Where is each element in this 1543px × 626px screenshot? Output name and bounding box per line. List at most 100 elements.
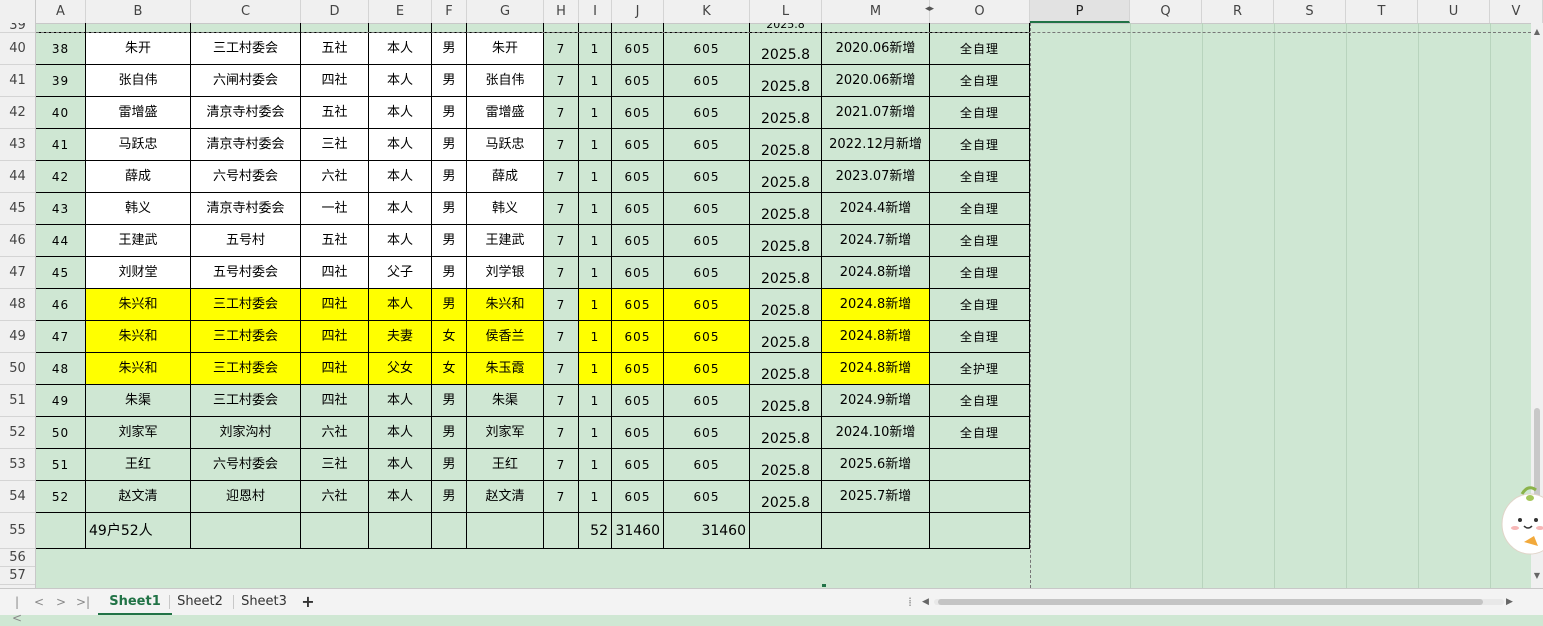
cell-f54[interactable]: 男 xyxy=(432,481,467,513)
cell-k46[interactable]: 605 xyxy=(664,225,750,257)
cell-b43[interactable]: 马跃忠 xyxy=(86,129,191,161)
column-header-q[interactable]: Q xyxy=(1130,0,1202,23)
cell-o42[interactable]: 全自理 xyxy=(930,97,1030,129)
cell-m43[interactable]: 2022.12月新增 xyxy=(822,129,930,161)
row-header-39[interactable]: 39 xyxy=(0,23,35,33)
cell-j40[interactable]: 605 xyxy=(612,33,664,65)
cell-o44[interactable]: 全自理 xyxy=(930,161,1030,193)
sheet-tab-sheet2[interactable]: Sheet2 xyxy=(170,589,230,615)
cell-i42[interactable]: 1 xyxy=(579,97,612,129)
cell-e43[interactable]: 本人 xyxy=(369,129,432,161)
cell-f51[interactable]: 男 xyxy=(432,385,467,417)
row-header-56[interactable]: 56 xyxy=(0,549,35,567)
cell-j53[interactable]: 605 xyxy=(612,449,664,481)
cell-d45[interactable]: 一社 xyxy=(301,193,369,225)
cell-f53[interactable]: 男 xyxy=(432,449,467,481)
row-header-40[interactable]: 40 xyxy=(0,33,35,65)
cell-k50[interactable]: 605 xyxy=(664,353,750,385)
cell-d46[interactable]: 五社 xyxy=(301,225,369,257)
cell-o41[interactable]: 全自理 xyxy=(930,65,1030,97)
cell-i48[interactable]: 1 xyxy=(579,289,612,321)
cell-f52[interactable]: 男 xyxy=(432,417,467,449)
cell-g44[interactable]: 薛成 xyxy=(467,161,544,193)
row-header-46[interactable]: 46 xyxy=(0,225,35,257)
cell-h42[interactable]: 7 xyxy=(544,97,579,129)
last-sheet-icon[interactable]: >| xyxy=(76,594,90,610)
cell-e45[interactable]: 本人 xyxy=(369,193,432,225)
cell-b42[interactable]: 雷增盛 xyxy=(86,97,191,129)
cell-c45[interactable]: 清京寺村委会 xyxy=(191,193,301,225)
cell-d41[interactable]: 四社 xyxy=(301,65,369,97)
cell-o45[interactable]: 全自理 xyxy=(930,193,1030,225)
cell-g53[interactable]: 王红 xyxy=(467,449,544,481)
cell-k53[interactable]: 605 xyxy=(664,449,750,481)
cell-o51[interactable]: 全自理 xyxy=(930,385,1030,417)
cell-e51[interactable]: 本人 xyxy=(369,385,432,417)
row-header-49[interactable]: 49 xyxy=(0,321,35,353)
cell-f47[interactable]: 男 xyxy=(432,257,467,289)
cell-j44[interactable]: 605 xyxy=(612,161,664,193)
cell-l48[interactable]: 2025.8 xyxy=(750,289,822,321)
cell-b51[interactable]: 朱渠 xyxy=(86,385,191,417)
cell-k44[interactable]: 605 xyxy=(664,161,750,193)
cell-h54[interactable]: 7 xyxy=(544,481,579,513)
column-header-j[interactable]: J xyxy=(612,0,664,23)
column-header-g[interactable]: G xyxy=(467,0,544,23)
cell-l45[interactable]: 2025.8 xyxy=(750,193,822,225)
cell-m41[interactable]: 2020.06新增 xyxy=(822,65,930,97)
cell-g40[interactable]: 朱开 xyxy=(467,33,544,65)
cell-k41[interactable]: 605 xyxy=(664,65,750,97)
cell-c55[interactable] xyxy=(191,513,301,549)
cell-l49[interactable]: 2025.8 xyxy=(750,321,822,353)
cell-k55[interactable]: 31460 xyxy=(664,513,750,549)
cell-e50[interactable]: 父女 xyxy=(369,353,432,385)
cell-b49[interactable]: 朱兴和 xyxy=(86,321,191,353)
cell-d42[interactable]: 五社 xyxy=(301,97,369,129)
cell-j41[interactable]: 605 xyxy=(612,65,664,97)
cell-c44[interactable]: 六号村委会 xyxy=(191,161,301,193)
first-sheet-icon[interactable]: |< xyxy=(10,594,24,625)
add-sheet-button[interactable]: + xyxy=(298,589,318,615)
cell-k42[interactable]: 605 xyxy=(664,97,750,129)
cell-l53[interactable]: 2025.8 xyxy=(750,449,822,481)
cell-d53[interactable]: 三社 xyxy=(301,449,369,481)
column-header-a[interactable]: A xyxy=(36,0,86,23)
cell-c48[interactable]: 三工村委会 xyxy=(191,289,301,321)
cell-o40[interactable]: 全自理 xyxy=(930,33,1030,65)
row-header-52[interactable]: 52 xyxy=(0,417,35,449)
cell-i43[interactable]: 1 xyxy=(579,129,612,161)
cell-d44[interactable]: 六社 xyxy=(301,161,369,193)
cell-c54[interactable]: 迎恩村 xyxy=(191,481,301,513)
cell-b53[interactable]: 王红 xyxy=(86,449,191,481)
cell-l44[interactable]: 2025.8 xyxy=(750,161,822,193)
cell-e55[interactable] xyxy=(369,513,432,549)
cell-j51[interactable]: 605 xyxy=(612,385,664,417)
row-header-47[interactable]: 47 xyxy=(0,257,35,289)
column-header-h[interactable]: H xyxy=(544,0,579,23)
cell-f44[interactable]: 男 xyxy=(432,161,467,193)
cell-g54[interactable]: 赵文清 xyxy=(467,481,544,513)
cell-g48[interactable]: 朱兴和 xyxy=(467,289,544,321)
cell-l54[interactable]: 2025.8 xyxy=(750,481,822,513)
cell-d50[interactable]: 四社 xyxy=(301,353,369,385)
cell-m42[interactable]: 2021.07新增 xyxy=(822,97,930,129)
cell-k49[interactable]: 605 xyxy=(664,321,750,353)
cell-j52[interactable]: 605 xyxy=(612,417,664,449)
cell-g51[interactable]: 朱渠 xyxy=(467,385,544,417)
cell-g46[interactable]: 王建武 xyxy=(467,225,544,257)
cell-k40[interactable]: 605 xyxy=(664,33,750,65)
cell-e41[interactable]: 本人 xyxy=(369,65,432,97)
cell-e44[interactable]: 本人 xyxy=(369,161,432,193)
scroll-up-icon[interactable]: ▲ xyxy=(1531,27,1543,36)
cell-m49[interactable]: 2024.8新增 xyxy=(822,321,930,353)
cell-g43[interactable]: 马跃忠 xyxy=(467,129,544,161)
cell-j47[interactable]: 605 xyxy=(612,257,664,289)
cell-a48[interactable]: 46 xyxy=(36,289,86,321)
cell-l50[interactable]: 2025.8 xyxy=(750,353,822,385)
cell-b40[interactable]: 朱开 xyxy=(86,33,191,65)
cell-l40[interactable]: 2025.8 xyxy=(750,33,822,65)
cell-o48[interactable]: 全自理 xyxy=(930,289,1030,321)
cell-h40[interactable]: 7 xyxy=(544,33,579,65)
cell-b52[interactable]: 刘家军 xyxy=(86,417,191,449)
cell-g52[interactable]: 刘家军 xyxy=(467,417,544,449)
